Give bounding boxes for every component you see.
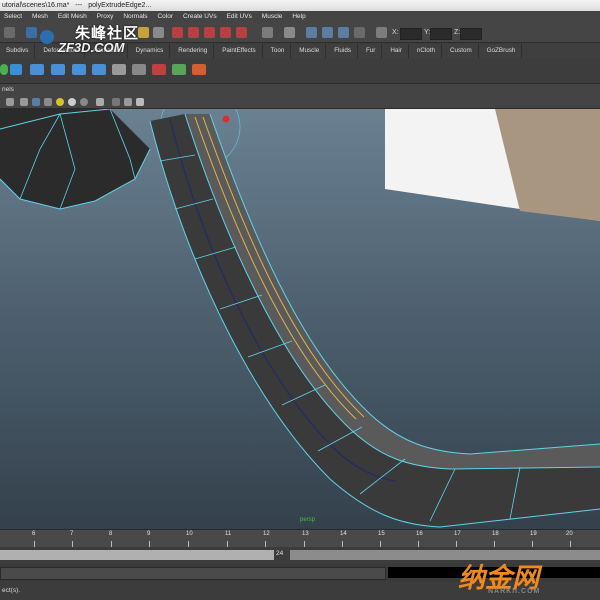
- frame-tick: 11: [225, 531, 232, 537]
- select-mask-icon[interactable]: [236, 27, 247, 38]
- menu-create-uvs[interactable]: Create UVs: [179, 11, 221, 23]
- grid-icon[interactable]: [124, 98, 132, 106]
- select-mask-icon[interactable]: [220, 27, 231, 38]
- panels-menu[interactable]: nels: [2, 86, 14, 93]
- snap-icon[interactable]: [153, 27, 164, 38]
- x-input[interactable]: [400, 28, 422, 40]
- frame-tick: 19: [530, 531, 537, 537]
- mode-selector-icon[interactable]: [4, 27, 15, 38]
- field-x-label: X:: [392, 29, 399, 36]
- ipr-render-icon[interactable]: [322, 27, 333, 38]
- history-icon[interactable]: [262, 27, 273, 38]
- tab-subdivs[interactable]: Subdivs: [0, 44, 36, 58]
- y-input[interactable]: [430, 28, 452, 40]
- window-title-sep: ---: [75, 2, 83, 9]
- frame-tick: 14: [340, 531, 347, 537]
- tab-fur[interactable]: Fur: [360, 44, 383, 58]
- frame-tick: 16: [416, 531, 423, 537]
- tools-icon[interactable]: [192, 64, 206, 75]
- menu-muscle[interactable]: Muscle: [258, 11, 287, 23]
- blend-shape-icon[interactable]: [172, 64, 186, 75]
- select-mask-icon[interactable]: [172, 27, 183, 38]
- smooth-shade-icon[interactable]: [32, 98, 40, 106]
- tab-fluids[interactable]: Fluids: [328, 44, 358, 58]
- construction-history-icon[interactable]: [284, 27, 295, 38]
- sphere-icon[interactable]: [0, 64, 8, 75]
- frame-tick: 7: [70, 531, 74, 537]
- tab-muscle[interactable]: Muscle: [293, 44, 327, 58]
- frame-tick: 6: [32, 531, 36, 537]
- textured-icon[interactable]: [44, 98, 52, 106]
- current-frame: 24: [276, 550, 284, 557]
- panel-toolbar: [0, 96, 600, 109]
- range-bar-end[interactable]: [290, 550, 600, 560]
- menu-mesh[interactable]: Mesh: [28, 11, 52, 23]
- paint-weights-icon[interactable]: [72, 64, 86, 75]
- tab-rendering[interactable]: Rendering: [172, 44, 215, 58]
- new-scene-icon[interactable]: [26, 27, 37, 38]
- tab-painteffects[interactable]: PaintEffects: [216, 44, 263, 58]
- tab-toon[interactable]: Toon: [265, 44, 292, 58]
- select-mask-icon[interactable]: [188, 27, 199, 38]
- constraint-icon[interactable]: [152, 64, 166, 75]
- panel-menu: nels: [0, 84, 600, 96]
- manipulator-handle[interactable]: [222, 115, 230, 123]
- select-mask-icon[interactable]: [204, 27, 215, 38]
- lights-icon[interactable]: [56, 98, 64, 106]
- ambient-occlusion-icon[interactable]: [80, 98, 88, 106]
- frame-tick: 18: [492, 531, 499, 537]
- frame-tick: 8: [109, 531, 113, 537]
- command-input[interactable]: [0, 567, 386, 580]
- render-settings-icon[interactable]: [338, 27, 349, 38]
- cluster-icon[interactable]: [112, 64, 126, 75]
- range-bar[interactable]: [0, 550, 274, 560]
- frame-tick: 10: [186, 531, 193, 537]
- tab-dynamics[interactable]: Dynamics: [130, 44, 171, 58]
- view-axis-label: persp: [300, 517, 316, 523]
- viewport-scene: persp: [0, 109, 600, 528]
- hypershade-icon[interactable]: [354, 27, 365, 38]
- frame-tick: 13: [302, 531, 309, 537]
- tab-hair[interactable]: Hair: [384, 44, 409, 58]
- watermark-bottom-en: NARKII.COM: [488, 588, 541, 595]
- tab-custom[interactable]: Custom: [444, 44, 479, 58]
- time-slider[interactable]: 6 7 8 9 10 11 12 13 14 15 16 17 18 19 20: [0, 529, 600, 547]
- skin-bind-icon[interactable]: [51, 64, 65, 75]
- resolution-gate-icon[interactable]: [136, 98, 144, 106]
- z-input[interactable]: [460, 28, 482, 40]
- frame-tick: 20: [566, 531, 573, 537]
- window-title-node: polyExtrudeEdge2...: [88, 2, 152, 9]
- frame-tick: 15: [378, 531, 385, 537]
- frame-tick: 17: [454, 531, 461, 537]
- lock-icon[interactable]: [138, 27, 149, 38]
- window-title-path: utorial\scenes\16.ma*: [2, 2, 70, 9]
- wireframe-icon[interactable]: [20, 98, 28, 106]
- frame-tick: 9: [147, 531, 151, 537]
- help-text: ect(s).: [2, 587, 21, 594]
- camera-icon[interactable]: [6, 98, 14, 106]
- viewport[interactable]: persp: [0, 109, 600, 529]
- xray-icon[interactable]: [112, 98, 120, 106]
- frame-tick: 12: [263, 531, 270, 537]
- ik-handle-icon[interactable]: [30, 64, 44, 75]
- detach-skin-icon[interactable]: [92, 64, 106, 75]
- zf3d-logo: [40, 30, 54, 44]
- menu-select[interactable]: Select: [0, 11, 26, 23]
- watermark-top-en: ZF3D.COM: [58, 40, 125, 55]
- menu-help[interactable]: Help: [288, 11, 309, 23]
- title-bar: utorial\scenes\16.ma* --- polyExtrudeEdg…: [0, 0, 600, 11]
- render-icon[interactable]: [306, 27, 317, 38]
- shadows-icon[interactable]: [68, 98, 76, 106]
- lattice-icon[interactable]: [132, 64, 146, 75]
- tab-gozbrush[interactable]: GoZBrush: [481, 44, 523, 58]
- shelf-icons: [0, 58, 600, 84]
- joint-tool-icon[interactable]: [10, 64, 22, 75]
- isolate-select-icon[interactable]: [96, 98, 104, 106]
- tab-ncloth[interactable]: nCloth: [411, 44, 443, 58]
- menu-edit-uvs[interactable]: Edit UVs: [223, 11, 256, 23]
- transform-mode-icon[interactable]: [376, 27, 387, 38]
- mesh-upper-block: [0, 109, 150, 209]
- menu-color[interactable]: Color: [153, 11, 177, 23]
